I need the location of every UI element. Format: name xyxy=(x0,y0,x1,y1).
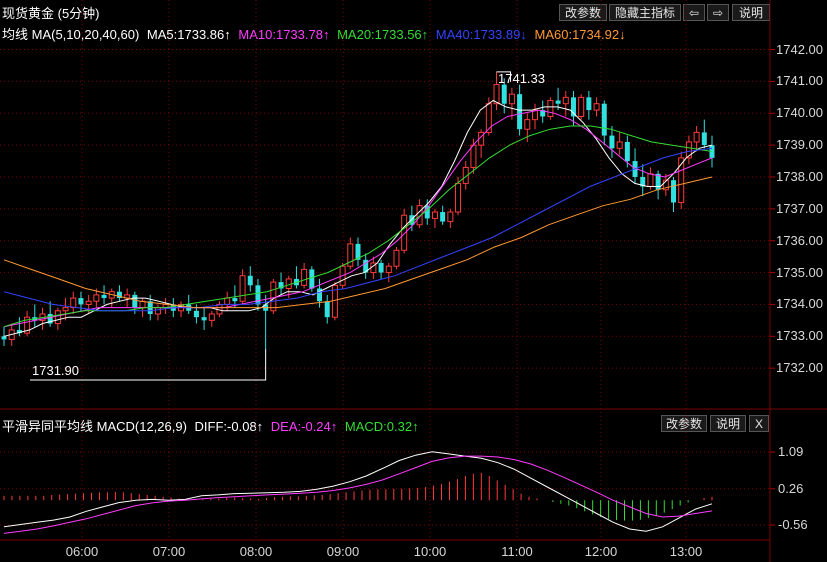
x-tick-label: 09:00 xyxy=(326,544,360,559)
candle-body xyxy=(586,97,592,111)
x-tick-label: 06:00 xyxy=(65,544,99,559)
candle-body xyxy=(247,275,253,286)
candle-body xyxy=(224,297,231,305)
candle-body xyxy=(139,300,146,309)
macd-y-tick-label: 1.09 xyxy=(778,444,804,460)
ma40-line xyxy=(3,147,713,312)
chart-canvas xyxy=(0,0,827,562)
candle-body xyxy=(431,211,438,219)
candle-body xyxy=(201,317,207,321)
diff-line xyxy=(3,451,713,532)
x-tick-label: 12:00 xyxy=(584,544,618,559)
candle-body xyxy=(301,268,308,286)
high-annotation: 1741.33 xyxy=(498,71,545,86)
x-tick-label: 08:00 xyxy=(239,544,273,559)
low-annotation: 1731.90 xyxy=(32,363,79,378)
candle-body xyxy=(440,212,446,222)
candle-body xyxy=(93,294,100,302)
candle-body xyxy=(555,100,561,104)
macd-y-tick-label: 0.26 xyxy=(778,480,804,496)
candle-body xyxy=(309,269,315,289)
candle-body xyxy=(693,131,700,143)
candle-body xyxy=(78,298,84,305)
x-tick-label: 10:00 xyxy=(413,544,447,559)
candle-body xyxy=(208,313,215,321)
candle-body xyxy=(70,297,77,309)
candle-body xyxy=(485,103,492,133)
y-tick-label: 1742.00 xyxy=(776,41,823,57)
y-tick-label: 1733.00 xyxy=(776,328,823,344)
y-tick-label: 1741.00 xyxy=(776,73,823,89)
y-tick-label: 1738.00 xyxy=(776,168,823,184)
candle-body xyxy=(470,144,477,168)
candle-body xyxy=(601,103,607,136)
candle-body xyxy=(1,336,7,340)
candle-body xyxy=(593,103,600,111)
x-tick-label: 13:00 xyxy=(669,544,703,559)
candle-body xyxy=(609,135,615,149)
candle-body xyxy=(285,278,292,289)
candle-body xyxy=(239,275,246,302)
candle-body xyxy=(378,263,384,273)
candle-body xyxy=(701,132,707,146)
ma5-line xyxy=(3,99,713,337)
y-tick-label: 1737.00 xyxy=(776,200,823,216)
candle-body xyxy=(517,94,523,130)
y-tick-label: 1739.00 xyxy=(776,137,823,153)
y-tick-label: 1734.00 xyxy=(776,296,823,312)
candle-body xyxy=(524,119,531,130)
x-tick-label: 11:00 xyxy=(501,544,533,559)
y-tick-label: 1735.00 xyxy=(776,264,823,280)
candle-body xyxy=(62,307,69,312)
candle-body xyxy=(447,211,454,223)
candle-body xyxy=(624,141,630,162)
candle-body xyxy=(547,100,554,117)
candle-body xyxy=(671,180,677,203)
candle-body xyxy=(393,249,400,267)
candle-body xyxy=(324,301,330,318)
candle-body xyxy=(401,214,408,251)
y-tick-label: 1736.00 xyxy=(776,232,823,248)
dea-line xyxy=(3,455,713,534)
candle-body xyxy=(455,182,462,213)
macd-y-tick-label: -0.56 xyxy=(778,516,808,532)
candle-body xyxy=(54,310,61,325)
candle-body xyxy=(193,310,199,318)
candle-body xyxy=(154,307,161,315)
candle-body xyxy=(647,173,654,188)
y-tick-label: 1740.00 xyxy=(776,105,823,121)
candle-body xyxy=(101,294,107,299)
candle-body xyxy=(232,298,238,302)
x-tick-label: 07:00 xyxy=(152,544,186,559)
candle-body xyxy=(270,281,277,312)
candle-body xyxy=(85,300,92,305)
candle-body xyxy=(132,294,138,308)
candle-body xyxy=(508,93,515,105)
y-tick-label: 1732.00 xyxy=(776,360,823,376)
candle-body xyxy=(562,96,569,105)
candle-body xyxy=(385,265,392,274)
candle-body xyxy=(578,96,585,117)
candle-body xyxy=(616,141,623,149)
candle-body xyxy=(501,84,507,104)
